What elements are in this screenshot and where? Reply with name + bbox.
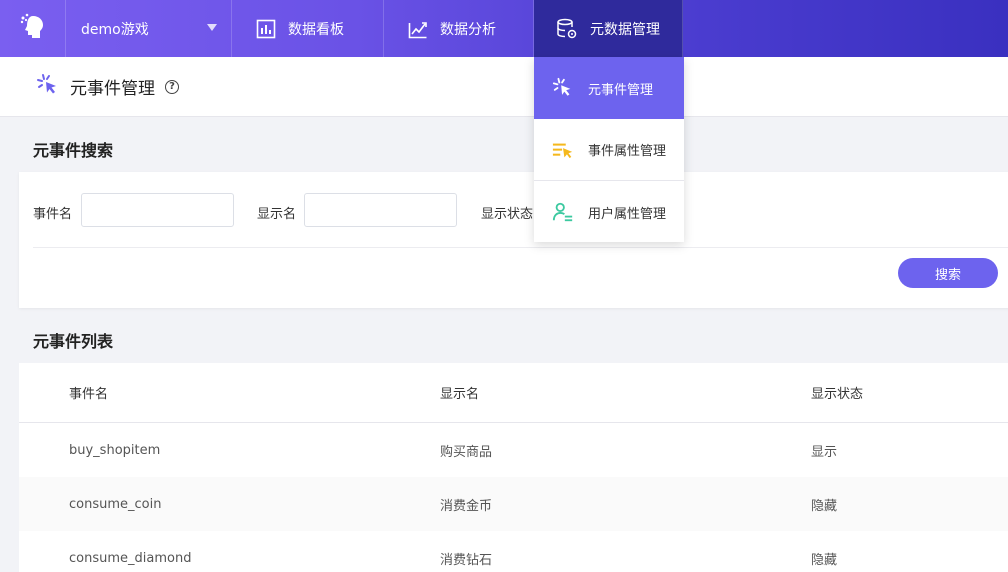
search-card: 事件名 显示名 显示状态 搜索 <box>19 172 1008 308</box>
cell-display-name: 购买商品 <box>440 444 493 460</box>
column-header-event-name[interactable]: 事件名 <box>69 363 108 422</box>
metadata-dropdown-menu: 元事件管理 事件属性管理 用户属性管理 <box>534 57 684 242</box>
nav-dashboard-label: 数据看板 <box>288 21 344 38</box>
display-status-label: 显示状态 <box>481 207 534 222</box>
nav-metadata[interactable]: 元数据管理 <box>534 0 683 57</box>
table-header: 事件名 显示名 显示状态 <box>19 363 1008 423</box>
search-button[interactable]: 搜索 <box>898 258 998 288</box>
table-row[interactable]: buy_shopitem 购买商品 显示 <box>19 423 1008 477</box>
search-section-title: 元事件搜索 <box>33 141 114 160</box>
nav-dashboard[interactable]: 数据看板 <box>232 0 384 57</box>
project-selector[interactable]: demo游戏 <box>66 0 232 57</box>
app-logo[interactable] <box>0 0 66 57</box>
bar-chart-icon <box>256 19 276 39</box>
cell-display-status: 显示 <box>811 444 838 460</box>
cell-event-name: consume_diamond <box>69 550 192 566</box>
event-name-label: 事件名 <box>33 207 73 222</box>
divider <box>33 247 1008 248</box>
user-list-icon <box>552 201 574 223</box>
page-title: 元事件管理 <box>70 79 155 99</box>
top-nav: demo游戏 数据看板 数据分析 元数据管理 <box>0 0 1008 57</box>
help-icon[interactable]: ? <box>165 79 179 94</box>
caret-down-icon <box>207 24 217 31</box>
cell-display-status: 隐藏 <box>811 552 838 568</box>
cell-display-name: 消费金币 <box>440 498 493 514</box>
menu-item-label: 事件属性管理 <box>588 144 667 159</box>
page-header: 元事件管理 ? <box>0 57 1008 117</box>
display-name-label: 显示名 <box>257 207 297 222</box>
click-cursor-icon <box>552 77 574 99</box>
nav-analysis-label: 数据分析 <box>440 21 496 38</box>
project-name: demo游戏 <box>81 21 149 38</box>
column-header-display-status[interactable]: 显示状态 <box>811 363 863 422</box>
list-section-title: 元事件列表 <box>33 332 114 351</box>
cell-event-name: buy_shopitem <box>69 442 161 458</box>
table-row[interactable]: consume_diamond 消费钻石 隐藏 <box>19 531 1008 572</box>
cell-event-name: consume_coin <box>69 496 162 512</box>
menu-item-label: 用户属性管理 <box>588 206 667 222</box>
click-cursor-icon <box>36 73 60 101</box>
nav-metadata-label: 元数据管理 <box>590 21 660 38</box>
event-table: 事件名 显示名 显示状态 buy_shopitem 购买商品 显示 consum… <box>19 363 1008 572</box>
event-name-input[interactable] <box>81 193 234 227</box>
table-row[interactable]: consume_coin 消费金币 隐藏 <box>19 477 1008 531</box>
list-cursor-icon <box>552 139 574 161</box>
cell-display-status: 隐藏 <box>811 498 838 514</box>
cell-display-name: 消费钻石 <box>440 552 493 568</box>
menu-item-user-property[interactable]: 用户属性管理 <box>534 181 684 243</box>
database-gear-icon <box>556 18 578 40</box>
menu-item-event-property[interactable]: 事件属性管理 <box>534 119 684 181</box>
column-header-display-name[interactable]: 显示名 <box>440 363 479 422</box>
trend-chart-icon <box>408 19 428 39</box>
brain-logo-icon <box>19 12 47 46</box>
menu-item-label: 元事件管理 <box>588 82 654 98</box>
display-name-input[interactable] <box>304 193 457 227</box>
nav-analysis[interactable]: 数据分析 <box>384 0 534 57</box>
menu-item-meta-event[interactable]: 元事件管理 <box>534 57 684 119</box>
